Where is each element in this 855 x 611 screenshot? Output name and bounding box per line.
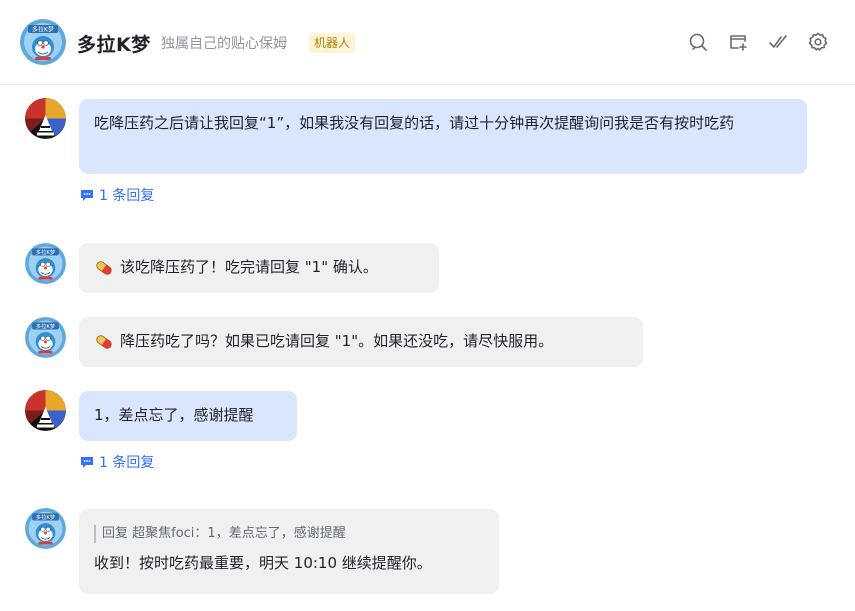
reply-icon <box>80 456 94 469</box>
settings-gear-icon[interactable] <box>807 31 829 53</box>
message-bubble: 该吃降压药了！吃完请回复 "1" 确认。 <box>79 243 439 293</box>
reply-thread-link[interactable]: 1 条回复 <box>80 452 154 472</box>
pill-icon <box>94 332 114 352</box>
chat-subtitle: 独属自己的贴心保姆 <box>161 36 287 52</box>
reply-thread-link[interactable]: 1 条回复 <box>80 185 154 205</box>
reply-icon <box>80 189 94 202</box>
message-text: 吃降压药之后请让我回复“1”，如果我没有回复的话，请过十分钟再次提醒询问我是否有… <box>94 114 735 132</box>
message-text: 1，差点忘了，感谢提醒 <box>94 406 254 424</box>
bot-avatar[interactable] <box>25 243 66 284</box>
message-text: 该吃降压药了！吃完请回复 "1" 确认。 <box>120 258 378 276</box>
add-window-icon[interactable] <box>727 31 749 53</box>
message-text: 降压药吃了吗？如果已吃请回复 "1"。如果还没吃，请尽快服用。 <box>120 332 554 350</box>
chat-title[interactable]: 多拉K梦 <box>77 30 151 57</box>
user-avatar[interactable] <box>25 98 66 139</box>
search-icon[interactable] <box>687 31 709 53</box>
bot-avatar[interactable] <box>25 508 66 549</box>
quoted-reply[interactable]: 回复 超聚焦foci：1，差点忘了，感谢提醒 <box>94 525 484 543</box>
message-bubble: 回复 超聚焦foci：1，差点忘了，感谢提醒 收到！按时吃药最重要，明天 10:… <box>79 509 499 594</box>
user-avatar[interactable] <box>25 390 66 431</box>
message-bubble: 降压药吃了吗？如果已吃请回复 "1"。如果还没吃，请尽快服用。 <box>79 317 643 367</box>
message-text: 收到！按时吃药最重要，明天 10:10 继续提醒你。 <box>94 554 432 572</box>
reply-count: 1 条回复 <box>99 188 155 204</box>
bot-avatar[interactable] <box>25 317 66 358</box>
bot-avatar[interactable] <box>20 19 66 65</box>
reply-count: 1 条回复 <box>99 455 155 471</box>
message-bubble: 吃降压药之后请让我回复“1”，如果我没有回复的话，请过十分钟再次提醒询问我是否有… <box>79 99 807 174</box>
bot-badge: 机器人 <box>309 33 356 53</box>
pill-icon <box>94 258 114 278</box>
check-done-icon[interactable] <box>767 31 789 53</box>
chat-header: 多拉K梦 独属自己的贴心保姆 机器人 <box>0 0 855 85</box>
message-bubble: 1，差点忘了，感谢提醒 <box>79 391 297 441</box>
